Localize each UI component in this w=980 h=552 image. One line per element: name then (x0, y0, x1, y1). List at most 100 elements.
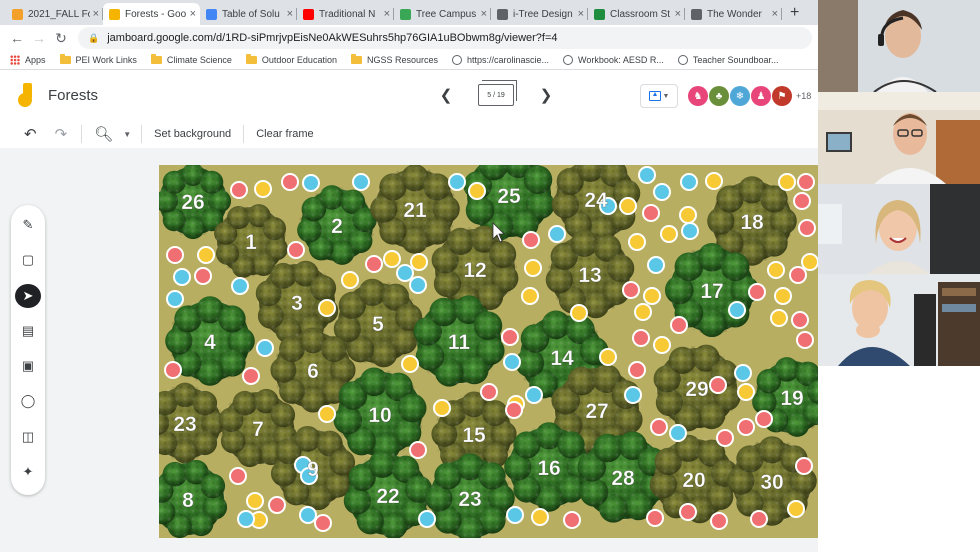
pink-marker-dot[interactable] (791, 311, 809, 329)
eraser-icon[interactable]: ▢ (15, 248, 41, 272)
blue-marker-dot[interactable] (299, 506, 317, 524)
yellow-marker-dot[interactable] (468, 182, 486, 200)
participant-avatar-icon[interactable]: ⚑ (772, 86, 792, 106)
yellow-marker-dot[interactable] (801, 253, 819, 271)
yellow-marker-dot[interactable] (705, 172, 723, 190)
blue-marker-dot[interactable] (503, 353, 521, 371)
yellow-marker-dot[interactable] (524, 259, 542, 277)
pink-marker-dot[interactable] (409, 441, 427, 459)
yellow-marker-dot[interactable] (318, 299, 336, 317)
bookmark-item[interactable]: Climate Science (150, 54, 232, 65)
pink-marker-dot[interactable] (797, 173, 815, 191)
select-pointer-icon[interactable]: ➤ (15, 283, 41, 308)
set-background-button[interactable]: Set background (152, 128, 233, 140)
yellow-marker-dot[interactable] (410, 253, 428, 271)
zoom-chevron-icon[interactable]: ▼ (123, 130, 131, 139)
browser-tab[interactable]: Classroom St × (588, 3, 685, 25)
zoom-icon[interactable]: 🔍︎ (94, 125, 113, 143)
blue-marker-dot[interactable] (669, 424, 687, 442)
blue-marker-dot[interactable] (409, 276, 427, 294)
yellow-marker-dot[interactable] (318, 405, 336, 423)
blue-marker-dot[interactable] (653, 183, 671, 201)
bookmark-item[interactable]: NGSS Resources (350, 54, 438, 65)
yellow-marker-dot[interactable] (197, 246, 215, 264)
next-frame-icon[interactable]: ❯ (536, 86, 556, 104)
bookmark-item[interactable]: Outdoor Education (245, 54, 337, 65)
close-tab-icon[interactable]: × (93, 8, 99, 20)
yellow-marker-dot[interactable] (737, 383, 755, 401)
blue-marker-dot[interactable] (166, 290, 184, 308)
pink-marker-dot[interactable] (750, 510, 768, 528)
bookmark-item[interactable]: Workbook: AESD R... (563, 55, 664, 65)
jamboard-logo-icon[interactable] (18, 83, 32, 107)
yellow-marker-dot[interactable] (401, 355, 419, 373)
pink-marker-dot[interactable] (646, 509, 664, 527)
text-box-icon[interactable]: ◫ (15, 425, 41, 449)
previous-frame-icon[interactable]: ❮ (436, 86, 456, 104)
pink-marker-dot[interactable] (242, 367, 260, 385)
browser-tab[interactable]: i-Tree Design × (491, 3, 588, 25)
pink-marker-dot[interactable] (679, 503, 697, 521)
close-tab-icon[interactable]: × (481, 8, 487, 20)
pink-marker-dot[interactable] (796, 331, 814, 349)
pink-marker-dot[interactable] (632, 329, 650, 347)
pink-marker-dot[interactable] (789, 266, 807, 284)
bookmark-item[interactable]: Teacher Soundboar... (677, 55, 778, 65)
pink-marker-dot[interactable] (793, 192, 811, 210)
yellow-marker-dot[interactable] (634, 303, 652, 321)
pink-marker-dot[interactable] (563, 511, 581, 529)
laser-icon[interactable]: ✦ (15, 460, 41, 484)
close-tab-icon[interactable]: × (287, 8, 293, 20)
pink-marker-dot[interactable] (650, 418, 668, 436)
yellow-marker-dot[interactable] (643, 287, 661, 305)
blue-marker-dot[interactable] (525, 386, 543, 404)
close-tab-icon[interactable]: × (675, 8, 681, 20)
yellow-marker-dot[interactable] (341, 271, 359, 289)
pink-marker-dot[interactable] (748, 283, 766, 301)
participant-avatar-icon[interactable]: ❄ (730, 86, 750, 106)
pink-marker-dot[interactable] (287, 241, 305, 259)
blue-marker-dot[interactable] (256, 339, 274, 357)
browser-tab[interactable]: Tree Campus × (394, 3, 491, 25)
pink-marker-dot[interactable] (755, 410, 773, 428)
reload-icon[interactable]: ↻ (50, 30, 72, 47)
back-icon[interactable]: ← (6, 30, 28, 46)
yellow-marker-dot[interactable] (774, 287, 792, 305)
document-title[interactable]: Forests (48, 87, 98, 104)
pink-marker-dot[interactable] (710, 512, 728, 530)
pink-marker-dot[interactable] (798, 219, 816, 237)
image-icon[interactable]: ▣ (15, 354, 41, 378)
undo-icon[interactable]: ↶ (24, 125, 37, 143)
pink-marker-dot[interactable] (230, 181, 248, 199)
blue-marker-dot[interactable] (548, 225, 566, 243)
new-tab-icon[interactable]: + (790, 3, 799, 25)
yellow-marker-dot[interactable] (599, 348, 617, 366)
pink-marker-dot[interactable] (229, 467, 247, 485)
forward-icon[interactable]: → (28, 30, 50, 46)
pen-icon[interactable]: ✎ (15, 213, 41, 237)
blue-marker-dot[interactable] (173, 268, 191, 286)
close-tab-icon[interactable]: × (578, 8, 584, 20)
yellow-marker-dot[interactable] (628, 233, 646, 251)
pink-marker-dot[interactable] (795, 457, 813, 475)
yellow-marker-dot[interactable] (679, 206, 697, 224)
blue-marker-dot[interactable] (506, 506, 524, 524)
video-tile-4[interactable] (818, 274, 980, 366)
blue-marker-dot[interactable] (734, 364, 752, 382)
pink-marker-dot[interactable] (268, 496, 286, 514)
pink-marker-dot[interactable] (166, 246, 184, 264)
blue-marker-dot[interactable] (302, 174, 320, 192)
pink-marker-dot[interactable] (194, 267, 212, 285)
pink-marker-dot[interactable] (716, 429, 734, 447)
yellow-marker-dot[interactable] (433, 399, 451, 417)
pink-marker-dot[interactable] (480, 383, 498, 401)
redo-icon[interactable]: ↷ (55, 125, 68, 143)
video-tile-1[interactable] (818, 0, 980, 92)
blue-marker-dot[interactable] (418, 510, 436, 528)
pink-marker-dot[interactable] (709, 376, 727, 394)
yellow-marker-dot[interactable] (778, 173, 796, 191)
pink-marker-dot[interactable] (642, 204, 660, 222)
blue-marker-dot[interactable] (728, 301, 746, 319)
bookmark-item[interactable]: Apps (10, 55, 46, 65)
pink-marker-dot[interactable] (501, 328, 519, 346)
